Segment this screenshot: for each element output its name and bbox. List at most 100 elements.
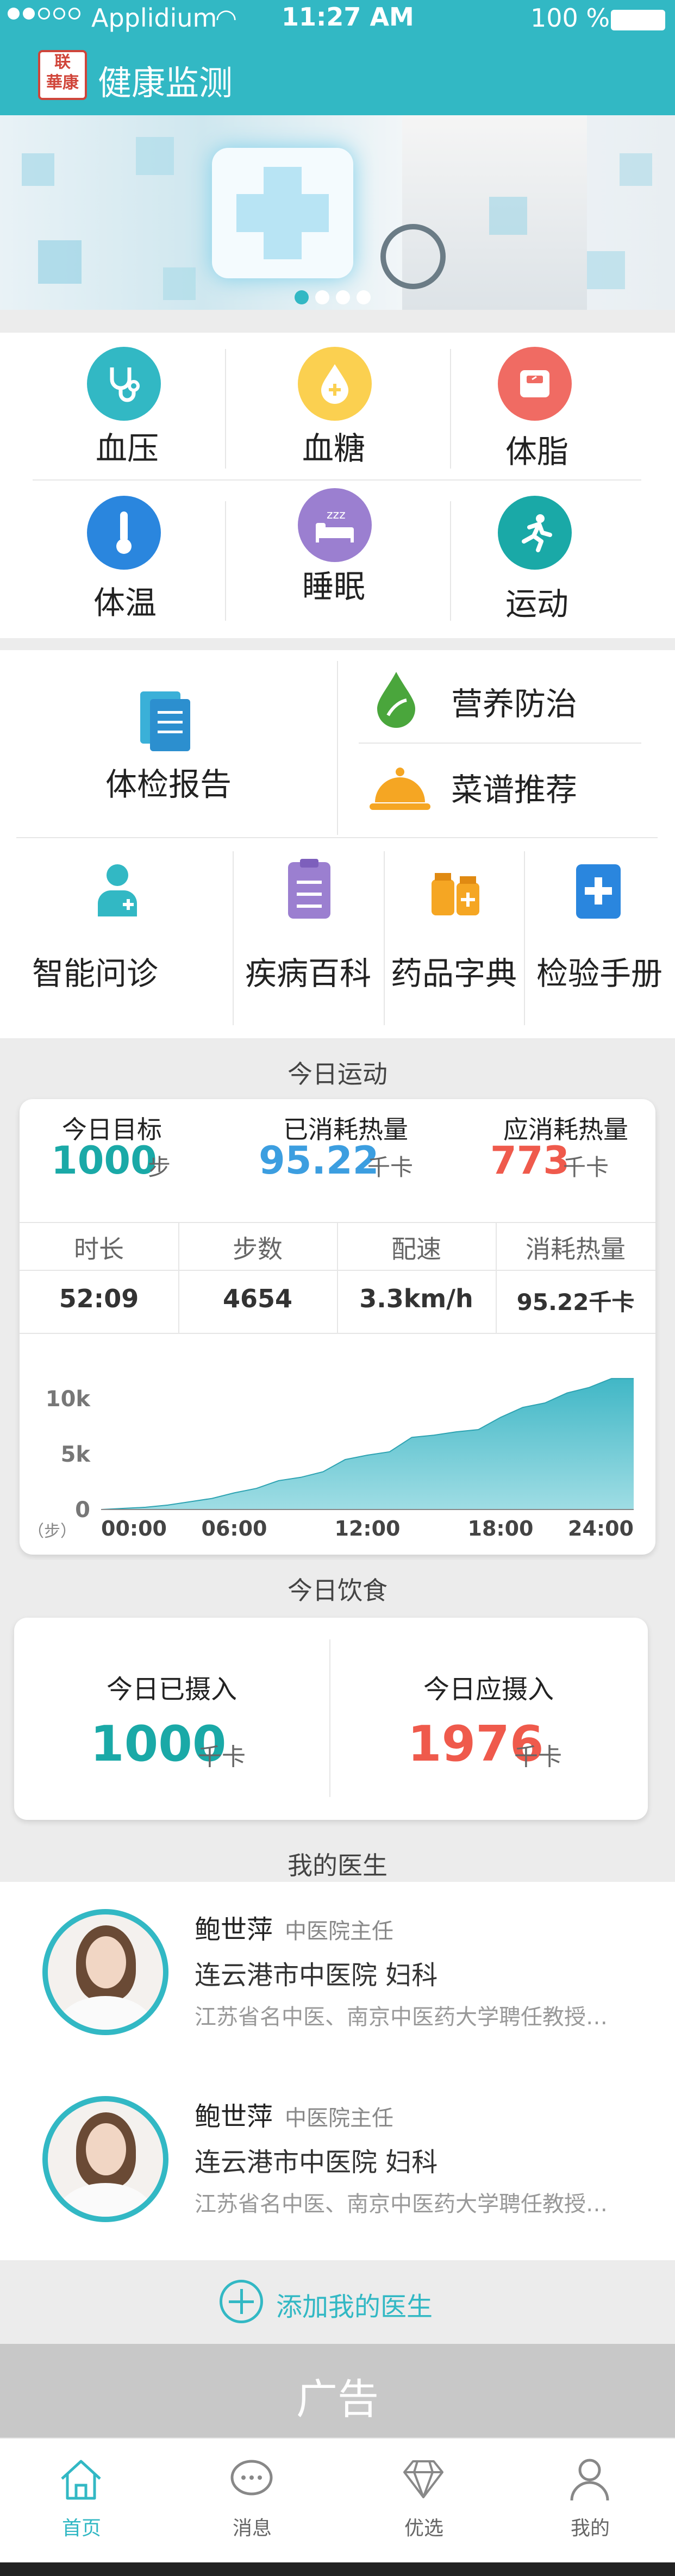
wifi-icon: ◠ — [215, 3, 238, 33]
should-intake-label: 今日应摄入 — [423, 1674, 554, 1705]
profile-icon — [570, 2459, 609, 2501]
stethoscope-icon — [380, 224, 446, 289]
steps-chart: 10k 5k 0（步） 00:00 06:00 12:00 18:00 24:00 — [28, 1378, 634, 1541]
service-label: 营养防治 — [451, 685, 578, 722]
should-burn-value: 773 — [490, 1138, 570, 1183]
page-title: 健康监测 — [98, 63, 233, 103]
add-doctor-button[interactable]: 添加我的医生 — [0, 2260, 675, 2344]
carousel-dot[interactable] — [336, 290, 350, 304]
status-bar: Applidium ◠ 11:27 AM 100 % — [0, 0, 675, 39]
signal-icon — [8, 8, 80, 20]
service-checkup-report[interactable]: 体检报告 — [0, 650, 337, 837]
nav-bar: 联 華康 健康监测 — [0, 39, 675, 115]
burned-unit: 千卡 — [367, 1154, 414, 1181]
service-drug-dict[interactable]: 药品字典 — [384, 838, 524, 1038]
monitor-label: 体脂 — [505, 433, 568, 470]
monitor-sleep[interactable]: zzz 睡眠 — [225, 479, 450, 638]
table-cell: 3.3km/h — [359, 1284, 473, 1313]
service-nutrition[interactable]: 营养防治 — [337, 650, 675, 743]
diamond-icon — [403, 2460, 443, 2498]
doctor-card[interactable]: 鲍世萍 中医院主任 连云港市中医院 妇科 江苏省名中医、南京中医药大学聘任教授… — [0, 1882, 675, 2070]
doctor-name: 鲍世萍 — [195, 2101, 273, 2132]
service-label: 疾病百科 — [245, 955, 371, 992]
section-divider — [0, 638, 675, 650]
table-header: 消耗热量 — [526, 1234, 626, 1264]
diet-section: 今日饮食 今日已摄入 1000 千卡 今日应摄入 1976 千卡 — [0, 1560, 675, 1843]
service-test-manual[interactable]: 检验手册 — [524, 838, 675, 1038]
service-label: 体检报告 — [105, 766, 232, 803]
monitor-temperature[interactable]: 体温 — [0, 479, 225, 638]
y-tick-label: 10k — [46, 1387, 91, 1412]
ad-banner[interactable]: 广告 — [0, 2344, 675, 2437]
carrier-name: Applidium — [91, 3, 217, 33]
tab-home[interactable]: 首页 — [33, 2438, 130, 2563]
table-cell: 52:09 — [59, 1284, 139, 1313]
x-tick-label: 18:00 — [468, 1517, 534, 1540]
tab-profile[interactable]: 我的 — [541, 2438, 639, 2563]
monitor-blood-sugar[interactable]: 血糖 — [225, 333, 450, 479]
tab-label: 我的 — [570, 2517, 610, 2540]
doctor-avatar — [42, 1909, 168, 2035]
bottom-strip — [0, 2562, 675, 2576]
y-axis-label: （步） — [28, 1522, 77, 1541]
battery-icon — [611, 10, 665, 30]
doctor-icon — [95, 862, 140, 921]
doctor-title: 中医院主任 — [285, 1919, 393, 1944]
section-title: 今日运动 — [288, 1059, 388, 1089]
monitor-label: 体温 — [93, 584, 157, 621]
tab-label: 优选 — [404, 2517, 443, 2540]
service-recipe[interactable]: 菜谱推荐 — [337, 743, 675, 837]
y-tick-label: 5k — [61, 1442, 91, 1467]
monitor-blood-pressure[interactable]: 血压 — [0, 333, 225, 479]
table-cell: 95.22千卡 — [516, 1289, 635, 1315]
doctor-title: 中医院主任 — [285, 2106, 393, 2131]
tab-featured[interactable]: 优选 — [375, 2438, 473, 2563]
x-tick-label: 00:00 — [101, 1517, 167, 1540]
service-smart-consult[interactable]: 智能问诊 — [0, 838, 233, 1038]
service-label: 检验手册 — [536, 955, 662, 992]
monitor-label: 睡眠 — [302, 568, 365, 605]
services-panel: 体检报告 营养防治 菜谱推荐 智能问诊 疾病百科 药品字典 检验手册 — [0, 650, 675, 1038]
doctor-hospital: 连云港市中医院 妇科 — [195, 2147, 438, 2178]
service-label: 菜谱推荐 — [451, 771, 578, 808]
exercise-card: 今日目标 1000 步 已消耗热量 95.22 千卡 应消耗热量 773 千卡 … — [20, 1099, 655, 1555]
tab-messages[interactable]: 消息 — [203, 2438, 301, 2563]
doctor-description: 江苏省名中医、南京中医药大学聘任教授… — [195, 2005, 608, 2030]
service-label: 智能问诊 — [32, 955, 158, 992]
app-logo: 联 華康 — [38, 50, 87, 100]
doctors-header: 我的医生 — [0, 1843, 675, 1882]
monitor-label: 血压 — [95, 430, 159, 467]
battery-percent: 100 % — [530, 3, 610, 33]
should-intake-unit: 千卡 — [514, 1743, 562, 1771]
carousel-dot-active[interactable] — [295, 290, 309, 304]
y-tick-label: 0 — [75, 1498, 90, 1523]
diet-card: 今日已摄入 1000 千卡 今日应摄入 1976 千卡 — [14, 1618, 648, 1820]
blood-drop-icon — [298, 347, 372, 421]
carousel-dot[interactable] — [315, 290, 329, 304]
health-monitor-grid: 血压 血糖 体脂 体温 zzz 睡眠 运动 — [0, 333, 675, 638]
x-tick-label: 12:00 — [335, 1517, 401, 1540]
section-divider — [0, 310, 675, 333]
table-cell: 4654 — [222, 1284, 293, 1313]
leaf-drop-icon — [372, 670, 421, 732]
taken-label: 今日已摄入 — [106, 1674, 237, 1705]
tab-label: 首页 — [61, 2517, 101, 2540]
section-title: 今日饮食 — [288, 1576, 388, 1605]
goal-unit: 步 — [148, 1154, 171, 1181]
burned-value: 95.22 — [259, 1138, 379, 1183]
exercise-section: 今日运动 今日目标 1000 步 已消耗热量 95.22 千卡 应消耗热量 77… — [0, 1038, 675, 1620]
steps-area — [101, 1379, 634, 1510]
service-disease-wiki[interactable]: 疾病百科 — [233, 838, 384, 1038]
carousel-dot[interactable] — [357, 290, 371, 304]
add-doctor-label: 添加我的医生 — [276, 2292, 433, 2322]
doctor-name: 鲍世萍 — [195, 1914, 273, 1945]
monitor-body-fat[interactable]: 体脂 — [450, 333, 675, 479]
monitor-exercise[interactable]: 运动 — [450, 479, 675, 638]
banner-carousel[interactable] — [0, 115, 675, 310]
doctor-card[interactable]: 鲍世萍 中医院主任 连云港市中医院 妇科 江苏省名中医、南京中医药大学聘任教授… — [0, 2069, 675, 2260]
x-tick-label: 24:00 — [568, 1517, 634, 1540]
sleep-icon: zzz — [298, 488, 372, 562]
monitor-label: 运动 — [505, 585, 568, 622]
table-header: 配速 — [391, 1234, 441, 1264]
message-icon — [230, 2460, 273, 2496]
